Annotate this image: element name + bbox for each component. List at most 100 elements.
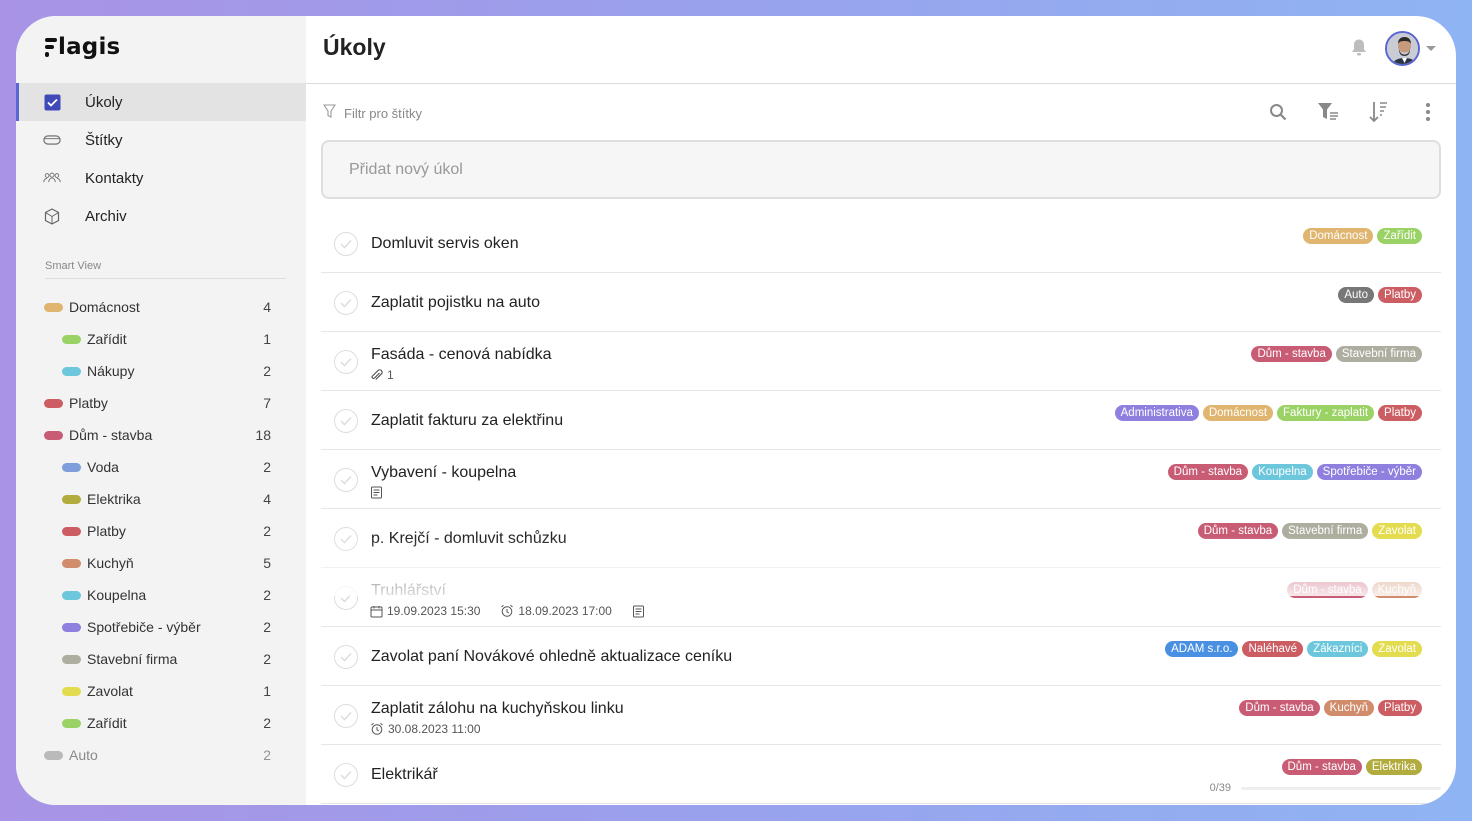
task-row[interactable]: Zaplatit fakturu za elektřinu Administrat… xyxy=(321,391,1441,450)
task-row[interactable]: Truhlářství 19.09.2023 15:30 18.09.2023 17… xyxy=(321,568,1441,627)
task-row[interactable]: Elektrikář Dům - stavba Elektrika xyxy=(321,745,1441,804)
smart-view-item[interactable]: Auto 2 xyxy=(16,739,306,771)
tag-badge[interactable]: Stavební firma xyxy=(1335,346,1422,362)
task-checkbox[interactable] xyxy=(334,291,358,315)
tag-badge[interactable]: Domácnost xyxy=(1202,405,1274,421)
task-checkbox[interactable] xyxy=(334,468,358,492)
tag-badge[interactable]: Platby xyxy=(1378,287,1422,303)
tag-badge[interactable]: Dům - stavba xyxy=(1167,464,1249,480)
check-icon xyxy=(340,239,352,249)
bell-icon[interactable] xyxy=(1350,38,1368,63)
task-row[interactable]: Zaplatit zálohu na kuchyňskou linku 30.08… xyxy=(321,686,1441,745)
smart-view-item[interactable]: Elektrika 4 xyxy=(16,483,306,515)
tag-badge[interactable]: Dům - stavba xyxy=(1251,346,1332,362)
smart-view-item[interactable]: Spotřebiče - výběr 2 xyxy=(16,611,306,643)
tag-badge[interactable]: Dům - stavba xyxy=(1197,523,1279,539)
smart-view-label: Voda xyxy=(87,459,119,475)
task-row[interactable]: Domluvit servis oken Domácnost Zařídit xyxy=(321,214,1441,273)
task-checkbox[interactable] xyxy=(334,586,358,610)
task-checkbox[interactable] xyxy=(334,350,358,374)
smart-view-item[interactable]: Nákupy 2 xyxy=(16,355,306,387)
tag-badge[interactable]: Dům - stavba xyxy=(1281,759,1362,775)
smart-view-item[interactable]: Zařídit 2 xyxy=(16,707,306,739)
smart-view-item[interactable]: Stavební firma 2 xyxy=(16,643,306,675)
task-checkbox[interactable] xyxy=(334,645,358,669)
tag-badge[interactable]: Faktury - zaplatit xyxy=(1277,405,1375,421)
smart-view-count: 2 xyxy=(263,619,271,635)
nav-item-stitky[interactable]: Štítky xyxy=(16,121,306,159)
nav-item-kontakty[interactable]: Kontakty xyxy=(16,159,306,197)
tag-badge[interactable]: Zavolat xyxy=(1372,523,1422,539)
tag-badge[interactable]: Koupelna xyxy=(1252,464,1313,480)
tag-badge[interactable]: Stavební firma xyxy=(1282,523,1369,539)
task-row[interactable]: Zavolat paní Novákové ohledně aktualizac… xyxy=(321,627,1441,686)
check-icon xyxy=(340,593,352,603)
smart-view-count: 5 xyxy=(263,555,271,571)
logo-mark-icon xyxy=(45,35,57,59)
smart-view-item[interactable]: Voda 2 xyxy=(16,451,306,483)
task-title: Truhlářství xyxy=(371,582,446,599)
tag-color-icon xyxy=(62,366,81,376)
tag-badge[interactable]: Domácnost xyxy=(1303,228,1374,244)
tag-badge[interactable]: Zařídit xyxy=(1377,228,1422,244)
main-nav: Úkoly Štítky Kontakty Archiv xyxy=(16,83,306,235)
tag-badge[interactable]: Zákazníci xyxy=(1307,641,1369,657)
task-row[interactable]: Zaplatit pojistku na auto Auto Platby xyxy=(321,273,1441,332)
nav-item-ukoly[interactable]: Úkoly xyxy=(16,83,306,121)
archive-icon xyxy=(43,207,61,225)
task-checkbox[interactable] xyxy=(334,232,358,256)
chevron-down-icon[interactable] xyxy=(1426,46,1436,51)
task-checkbox[interactable] xyxy=(334,763,358,787)
tag-badge[interactable]: Platby xyxy=(1378,700,1422,716)
tag-badge[interactable]: Auto xyxy=(1338,287,1375,303)
tag-badge[interactable]: Administrativa xyxy=(1114,405,1199,421)
tag-badge[interactable]: Dům - stavba xyxy=(1287,582,1368,598)
smart-view-label: Koupelna xyxy=(87,587,147,603)
nav-item-label: Kontakty xyxy=(85,169,144,187)
smart-view-title: Smart View xyxy=(45,260,102,272)
smart-view-item[interactable]: Zavolat 1 xyxy=(16,675,306,707)
tag-badge[interactable]: Dům - stavba xyxy=(1239,700,1320,716)
task-checkbox[interactable] xyxy=(334,527,358,551)
reminder-date: 30.08.2023 11:00 xyxy=(388,722,481,736)
smart-view-item[interactable]: Dům - stavba 18 xyxy=(16,419,306,451)
tag-badge[interactable]: Platby xyxy=(1378,405,1422,421)
tag-color-icon xyxy=(62,590,81,600)
smart-view-item[interactable]: Platby 7 xyxy=(16,387,306,419)
task-tags: Domácnost Zařídit xyxy=(1303,228,1422,244)
tag-badge[interactable]: Spotřebiče - výběr xyxy=(1316,464,1422,480)
sort-icon[interactable] xyxy=(1366,100,1390,124)
task-row[interactable]: Fasáda - cenová nabídka 1 Dům - stavba Stav… xyxy=(321,332,1441,391)
smart-view-item[interactable]: Koupelna 2 xyxy=(16,579,306,611)
task-checkbox[interactable] xyxy=(334,409,358,433)
smart-view-item[interactable]: Zařídit 1 xyxy=(16,323,306,355)
more-vertical-icon[interactable] xyxy=(1416,100,1440,124)
tag-badge[interactable]: Zavolat xyxy=(1372,641,1422,657)
smart-view-label: Spotřebiče - výběr xyxy=(87,619,201,635)
tag-badge[interactable]: Kuchyň xyxy=(1371,582,1422,598)
tag-badge[interactable]: ADAM s.r.o. xyxy=(1165,641,1239,657)
tag-badge[interactable]: Elektrika xyxy=(1365,759,1422,775)
task-row[interactable]: Vybavení - koupelna Dům - stavba Koupelna S… xyxy=(321,450,1441,509)
tag-filter[interactable]: Filtr pro štítky xyxy=(322,104,422,122)
search-icon[interactable] xyxy=(1266,100,1290,124)
nav-item-archiv[interactable]: Archiv xyxy=(16,197,306,235)
new-task-input[interactable]: Přidat nový úkol xyxy=(321,140,1441,199)
check-icon xyxy=(340,534,352,544)
smart-view-item[interactable]: Domácnost 4 xyxy=(16,291,306,323)
task-checkbox[interactable] xyxy=(334,704,358,728)
task-title: Zaplatit zálohu na kuchyňskou linku xyxy=(371,700,624,717)
check-icon xyxy=(340,416,352,426)
smart-view-item[interactable]: Platby 2 xyxy=(16,515,306,547)
smart-view-item[interactable]: Kuchyň 5 xyxy=(16,547,306,579)
smart-view-label: Kuchyň xyxy=(87,555,134,571)
tag-badge[interactable]: Kuchyň xyxy=(1323,700,1375,716)
tag-color-icon xyxy=(62,686,81,696)
alarm-icon xyxy=(370,722,384,736)
logo[interactable]: lagis xyxy=(45,34,120,60)
avatar[interactable] xyxy=(1385,31,1420,66)
tag-badge[interactable]: Naléhavé xyxy=(1242,641,1304,657)
filter-list-icon[interactable] xyxy=(1316,100,1340,124)
progress-text: 0/39 xyxy=(1209,782,1231,794)
task-row[interactable]: p. Krejčí - domluvit schůzku Dům - stavba… xyxy=(321,509,1441,568)
